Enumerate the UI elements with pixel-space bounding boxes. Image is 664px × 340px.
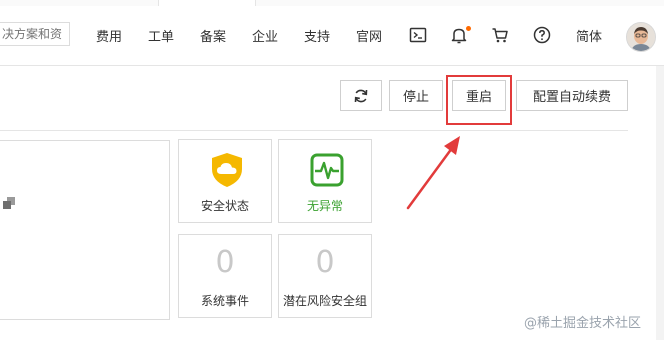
nav-item-enterprise[interactable]: 企业 (252, 26, 278, 45)
watermark: @稀土掘金技术社区 (524, 316, 642, 331)
stop-button[interactable]: 停止 (389, 80, 443, 111)
auto-renew-button[interactable]: 配置自动续费 (516, 80, 628, 111)
annotation-arrow (406, 136, 460, 210)
refresh-icon (354, 89, 368, 102)
tile-system-events[interactable]: 0 系统事件 (178, 234, 272, 318)
security-status-label: 安全状态 (200, 199, 249, 213)
refresh-button[interactable] (340, 80, 382, 111)
nav-item-fees[interactable]: 费用 (96, 26, 122, 45)
tile-security-status[interactable]: 安全状态 (178, 139, 272, 223)
avatar[interactable] (626, 22, 656, 52)
cart-icon[interactable] (491, 26, 509, 44)
user-avatar-image (627, 23, 655, 51)
language-switch[interactable]: 简体 (576, 26, 602, 45)
system-events-label: 系统事件 (200, 294, 249, 308)
system-events-count: 0 (215, 245, 235, 280)
tile-risk-security-groups[interactable]: 0 潜在风险安全组 (278, 234, 372, 318)
search-input[interactable] (0, 22, 70, 46)
restart-highlight-box (446, 75, 512, 125)
shield-cloud-icon (212, 153, 242, 187)
copy-icon[interactable] (2, 196, 16, 210)
notification-badge (466, 26, 471, 31)
nav-item-icp[interactable]: 备案 (200, 26, 226, 45)
terminal-icon[interactable] (409, 26, 427, 44)
nav-item-support[interactable]: 支持 (304, 26, 330, 45)
heartbeat-monitor-icon (310, 153, 344, 187)
nav-item-tickets[interactable]: 工单 (148, 26, 174, 45)
browser-tab-strip (0, 0, 664, 6)
risk-security-groups-label: 潜在风险安全组 (282, 294, 367, 308)
health-status-label: 无异常 (306, 199, 343, 213)
nav-item-official-site[interactable]: 官网 (356, 26, 382, 45)
instance-info-panel (0, 140, 170, 320)
tab-fragment (158, 0, 256, 6)
help-icon[interactable] (533, 26, 551, 44)
tile-health[interactable]: 无异常 (278, 139, 372, 223)
section-divider (0, 130, 628, 131)
risk-security-groups-count: 0 (315, 245, 335, 280)
page-scrollbar[interactable] (656, 66, 664, 340)
